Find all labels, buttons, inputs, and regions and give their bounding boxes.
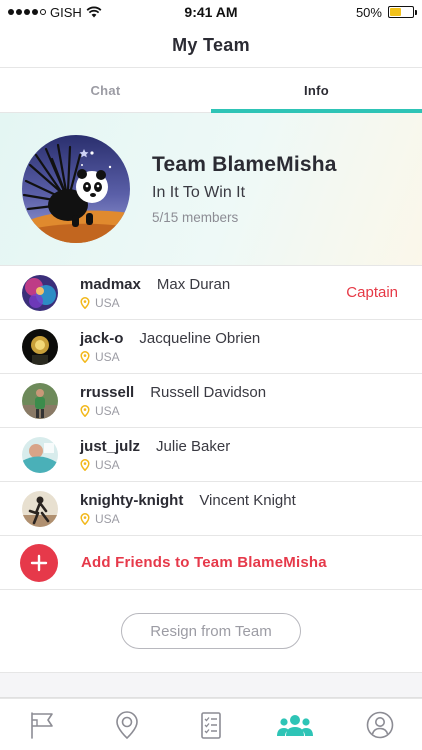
member-country: USA [95, 403, 120, 418]
add-friends-row[interactable]: Add Friends to Team BlameMisha [0, 536, 422, 590]
status-left: GISH [8, 5, 148, 20]
status-right: 50% [274, 4, 417, 20]
member-row-rrussell[interactable]: rrussell Russell Davidson USA [0, 374, 422, 428]
member-names: madmax Max Duran [80, 276, 346, 293]
location-pin-icon [80, 296, 90, 309]
tab-bar-top: Chat Info [0, 68, 422, 113]
member-text: just_julz Julie Baker USA [80, 438, 398, 472]
member-full-name: Jacqueline Obrien [139, 329, 261, 347]
member-location: USA [80, 350, 398, 364]
team-member-count: 5/15 members [152, 210, 239, 225]
avatar [22, 274, 58, 311]
profile-icon [366, 711, 394, 738]
team-header: Team BlameMisha In It To Win It 5/15 mem… [0, 113, 422, 266]
member-country: USA [95, 349, 120, 364]
member-username: knighty-knight [80, 491, 184, 509]
member-full-name: Russell Davidson [150, 383, 267, 401]
member-username: madmax [80, 275, 141, 293]
member-location: USA [80, 458, 398, 472]
tab-info[interactable]: Info [211, 68, 422, 112]
member-text: rrussell Russell Davidson USA [80, 384, 398, 418]
team-motto: In It To Win It [152, 184, 246, 201]
carrier-name: GISH [50, 4, 82, 20]
plus-icon [30, 554, 48, 571]
avatar [22, 436, 58, 473]
member-row-just_julz[interactable]: just_julz Julie Baker USA [0, 428, 422, 482]
team-logo [22, 135, 130, 243]
avatar [22, 328, 58, 365]
location-pin-icon [80, 512, 90, 525]
member-list: madmax Max Duran USA Captain jack-o Jacq… [0, 266, 422, 536]
member-location: USA [80, 512, 398, 526]
member-full-name: Julie Baker [156, 437, 231, 455]
page-title: My Team [0, 24, 422, 68]
member-username: rrussell [80, 383, 135, 401]
member-username: just_julz [80, 437, 141, 455]
member-full-name: Max Duran [156, 275, 231, 293]
team-info: Team BlameMisha In It To Win It 5/15 mem… [152, 153, 337, 225]
battery-icon [387, 6, 417, 18]
location-pin-icon [80, 404, 90, 417]
avatar [22, 490, 58, 527]
member-username: jack-o [80, 329, 124, 347]
member-row-madmax[interactable]: madmax Max Duran USA Captain [0, 266, 422, 320]
tab-map[interactable] [107, 705, 147, 745]
member-names: knighty-knight Vincent Knight [80, 492, 398, 509]
add-friends-label[interactable]: Add Friends to Team BlameMisha [81, 554, 327, 571]
bottom-tab-bar [0, 698, 422, 750]
member-text: jack-o Jacqueline Obrien USA [80, 330, 398, 364]
flag-icon [31, 711, 53, 739]
battery-fill [389, 8, 401, 16]
resign-section: Resign from Team [0, 590, 422, 673]
battery-percent: 50% [355, 4, 382, 20]
wifi-icon [86, 6, 102, 18]
checklist-icon [201, 711, 221, 739]
member-names: just_julz Julie Baker [80, 438, 398, 455]
member-names: jack-o Jacqueline Obrien [80, 330, 398, 347]
member-country: USA [95, 511, 120, 526]
tab-challenges[interactable] [22, 705, 62, 745]
tab-team[interactable] [275, 705, 315, 745]
location-pin-icon [80, 458, 90, 471]
signal-icon [8, 9, 46, 15]
tab-profile[interactable] [360, 705, 400, 745]
member-text: madmax Max Duran USA [80, 276, 346, 310]
member-names: rrussell Russell Davidson [80, 384, 398, 401]
member-country: USA [95, 295, 120, 310]
map-pin-icon [115, 710, 138, 739]
add-friends-button[interactable] [20, 543, 58, 582]
avatar [22, 382, 58, 419]
member-location: USA [80, 296, 346, 310]
member-location: USA [80, 404, 398, 418]
status-bar: GISH 9:41 AM 50% [0, 0, 422, 24]
team-name: Team BlameMisha [152, 153, 337, 176]
resign-button[interactable]: Resign from Team [121, 613, 301, 649]
member-row-knighty-knight[interactable]: knighty-knight Vincent Knight USA [0, 482, 422, 536]
status-time: 9:41 AM [184, 4, 238, 20]
active-tab-indicator [211, 109, 422, 113]
tab-items[interactable] [191, 705, 231, 745]
captain-badge: Captain [346, 284, 398, 301]
member-full-name: Vincent Knight [199, 491, 296, 509]
team-icon [277, 714, 314, 736]
tab-chat[interactable]: Chat [0, 68, 211, 112]
content-spacer [0, 673, 422, 698]
member-country: USA [95, 457, 120, 472]
member-row-jack-o[interactable]: jack-o Jacqueline Obrien USA [0, 320, 422, 374]
member-text: knighty-knight Vincent Knight USA [80, 492, 398, 526]
location-pin-icon [80, 350, 90, 363]
